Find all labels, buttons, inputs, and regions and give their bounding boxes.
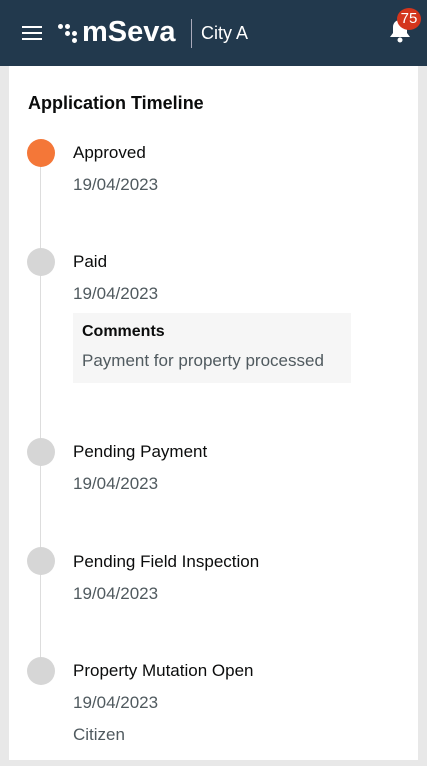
comments-box: Comments Payment for property processed (73, 313, 351, 383)
page-title: Application Timeline (28, 93, 204, 113)
divider (191, 19, 192, 48)
timeline-date: 19/04/2023 (73, 474, 159, 493)
city-name: City A (201, 23, 249, 43)
brand-logo: mSeva (82, 16, 176, 48)
timeline-date: 19/04/2023 (73, 584, 159, 603)
hamburger-menu-icon[interactable] (22, 26, 42, 40)
status-dot-active (27, 139, 55, 167)
mseva-logo-icon (58, 22, 78, 44)
timeline-status: Paid (73, 252, 108, 271)
comment-text: Payment for property processed (82, 351, 324, 370)
timeline-date: 19/04/2023 (73, 284, 159, 303)
timeline-connector (40, 160, 41, 670)
status-dot (27, 547, 55, 575)
timeline-date: 19/04/2023 (73, 175, 159, 194)
comments-label: Comments (82, 323, 165, 340)
timeline-date: 19/04/2023 (73, 693, 159, 712)
timeline-card (9, 66, 418, 760)
status-dot (27, 657, 55, 685)
notification-badge[interactable]: 75 (397, 8, 421, 30)
timeline-status: Pending Payment (73, 442, 208, 461)
timeline-status: Approved (73, 143, 146, 162)
timeline-status: Pending Field Inspection (73, 552, 260, 571)
timeline-actor: Citizen (73, 725, 125, 744)
top-bar: mSeva City A 75 (0, 0, 427, 66)
status-dot (27, 438, 55, 466)
timeline-status: Property Mutation Open (73, 661, 254, 680)
status-dot (27, 248, 55, 276)
